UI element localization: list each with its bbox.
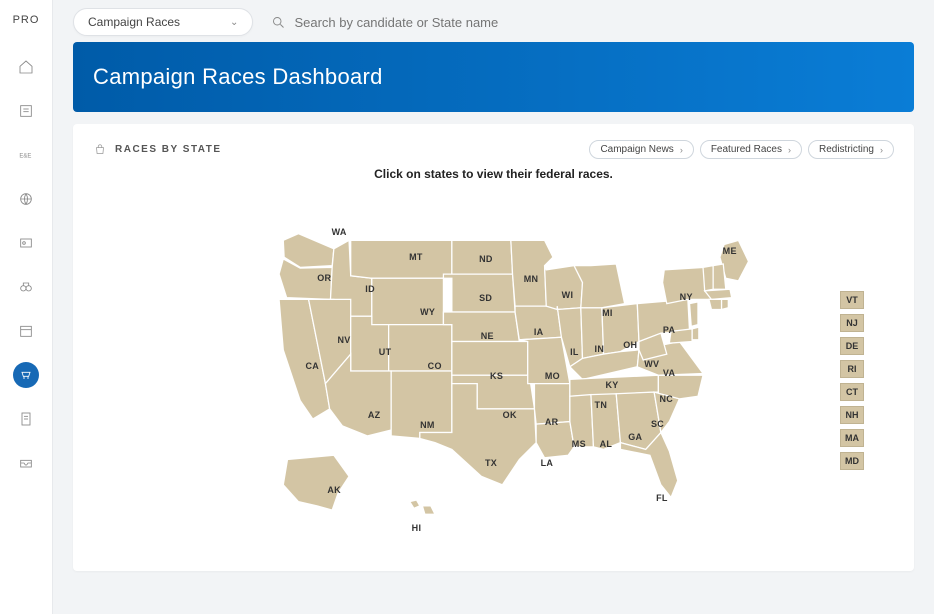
svg-text:E&E: E&E [19,154,31,160]
state-WA[interactable] [283,234,334,268]
state-CT[interactable] [708,299,721,309]
nav-calendar[interactable] [13,318,39,344]
state-NM[interactable] [391,371,452,438]
pill-featured-races[interactable]: Featured Races› [700,140,802,159]
topbar: Campaign Races ⌄ [53,0,934,42]
state-IN[interactable] [580,308,603,359]
left-sidebar: PRO E&E [0,0,53,614]
brand-logo: PRO [13,14,40,26]
chevron-down-icon: ⌄ [230,17,238,28]
chevron-right-icon: › [880,145,883,155]
side-state-MD[interactable]: MD [840,452,864,470]
nav-campaigns[interactable] [13,362,39,388]
state-AL[interactable] [590,394,620,450]
state-AK[interactable] [283,455,349,510]
pill-redistricting[interactable]: Redistricting› [808,140,894,159]
state-AR[interactable] [534,384,569,424]
us-map [199,191,789,551]
side-state-MA[interactable]: MA [840,429,864,447]
state-NE[interactable] [443,312,519,342]
bag-icon [93,143,107,157]
content: Campaign Races Dashboard RACES BY STATE … [53,42,934,571]
side-state-list: VT NJ DE RI CT NH MA MD [840,291,864,470]
state-MD[interactable] [669,329,692,343]
nav-binoculars[interactable] [13,274,39,300]
state-UT[interactable] [350,316,388,371]
search-wrap [271,15,914,30]
side-state-NH[interactable]: NH [840,406,864,424]
state-KS[interactable] [451,342,527,376]
pill-campaign-news[interactable]: Campaign News› [589,140,693,159]
scope-dropdown[interactable]: Campaign Races ⌄ [73,8,253,36]
us-map-wrap: VTNJDERICTNHMAMD WAORCAIDNVMTWYUTCOAZNMN… [93,191,894,551]
state-LA[interactable] [536,422,574,458]
state-NJ[interactable] [689,302,697,326]
nav-news[interactable] [13,98,39,124]
races-card: RACES BY STATE Campaign News› Featured Ra… [73,124,914,571]
card-title: RACES BY STATE [115,144,222,155]
state-OH[interactable] [601,304,638,355]
pill-row: Campaign News› Featured Races› Redistricti… [589,140,894,159]
search-input[interactable] [294,15,574,30]
state-IA[interactable] [515,306,561,340]
nav-inbox[interactable] [13,450,39,476]
side-state-CT[interactable]: CT [840,383,864,401]
map-instruction: Click on states to view their federal ra… [93,167,894,181]
chevron-right-icon: › [788,145,791,155]
state-WY[interactable] [371,278,443,324]
nav-home[interactable] [13,54,39,80]
chevron-right-icon: › [680,145,683,155]
side-state-VT[interactable]: VT [840,291,864,309]
state-CO[interactable] [388,325,451,371]
nav-card[interactable] [13,230,39,256]
state-RI[interactable] [721,299,728,309]
search-icon [271,15,286,30]
main-area: Campaign Races ⌄ Campaign Races Dashboar… [53,0,934,614]
state-DE[interactable] [692,327,699,340]
nav-ee[interactable]: E&E [13,142,39,168]
state-MS[interactable] [569,395,593,447]
state-VT[interactable] [703,266,713,291]
state-SD[interactable] [443,274,515,312]
page-title: Campaign Races Dashboard [73,42,914,112]
side-state-DE[interactable]: DE [840,337,864,355]
nav-document[interactable] [13,406,39,432]
nav-globe[interactable] [13,186,39,212]
side-state-RI[interactable]: RI [840,360,864,378]
state-HI[interactable] [409,500,434,514]
dropdown-value: Campaign Races [88,15,180,29]
state-ND[interactable] [451,240,512,274]
side-state-NJ[interactable]: NJ [840,314,864,332]
state-MT[interactable] [350,240,451,278]
state-MI[interactable] [574,264,625,308]
state-NH[interactable] [713,264,726,289]
